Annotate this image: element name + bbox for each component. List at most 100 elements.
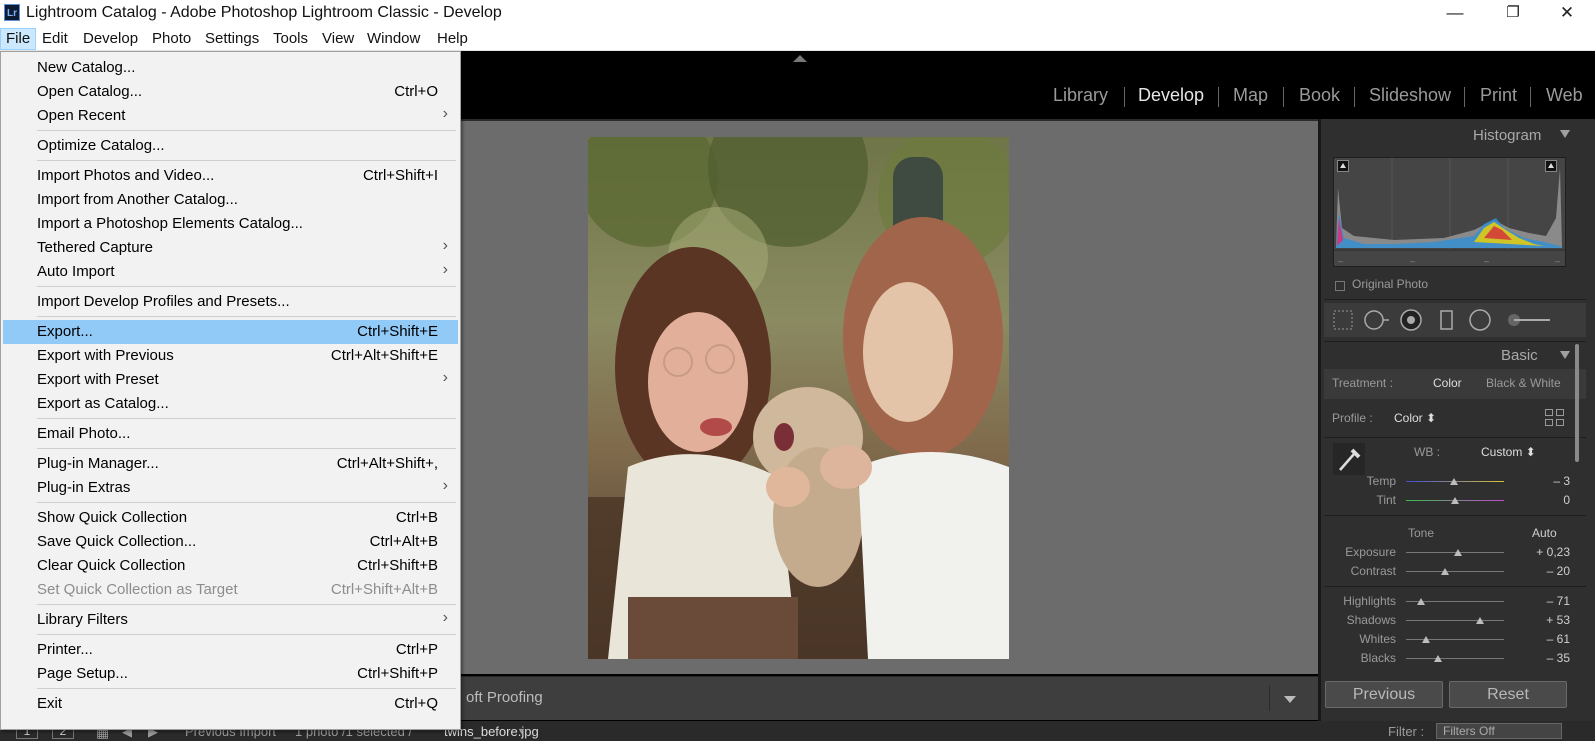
menu-help[interactable]: Help [432, 28, 473, 50]
menu-item-shortcut: Ctrl+B [395, 509, 438, 526]
menu-item-label: Open Recent [37, 107, 126, 124]
profile-browser-grid-icon[interactable] [1545, 409, 1565, 427]
slider-value[interactable]: – 3 [1530, 474, 1570, 488]
slider-track[interactable] [1406, 620, 1504, 621]
slider-track[interactable] [1406, 571, 1504, 572]
file-menu-item[interactable]: Library Filters › [3, 608, 458, 632]
slider-value[interactable]: 0 [1530, 493, 1570, 507]
slider-value[interactable]: + 0,23 [1530, 545, 1570, 559]
collapse-top-panel-icon[interactable] [793, 55, 807, 62]
menu-item-label: Import Photos and Video... [37, 167, 215, 184]
module-print[interactable]: Print [1480, 85, 1517, 106]
tone-auto-button[interactable]: Auto [1532, 526, 1557, 540]
file-menu-item[interactable]: Import a Photoshop Elements Catalog... [3, 212, 458, 236]
histogram-collapse-icon[interactable] [1560, 130, 1570, 138]
histogram-title[interactable]: Histogram [1473, 127, 1541, 144]
menu-file[interactable]: File [0, 28, 37, 50]
file-menu-item[interactable]: Email Photo... [3, 422, 458, 446]
slider-value[interactable]: – 71 [1530, 594, 1570, 608]
wb-select[interactable]: Custom ⬍ [1481, 445, 1536, 459]
slider-knob[interactable] [1441, 568, 1450, 575]
menu-item-label: Clear Quick Collection [37, 557, 186, 574]
slider-knob[interactable] [1453, 549, 1462, 556]
file-menu-item[interactable]: Page Setup... Ctrl+Shift+P [3, 662, 458, 686]
file-menu-item[interactable]: Export with Previous Ctrl+Alt+Shift+E [3, 344, 458, 368]
file-menu-item[interactable]: Save Quick Collection... Ctrl+Alt+B [3, 530, 458, 554]
file-menu-item[interactable]: Show Quick Collection Ctrl+B [3, 506, 458, 530]
file-menu-item[interactable]: Printer... Ctrl+P [3, 638, 458, 662]
module-book[interactable]: Book [1299, 85, 1340, 106]
menu-edit[interactable]: Edit [37, 28, 73, 50]
treatment-color[interactable]: Color [1433, 376, 1462, 390]
menu-photo[interactable]: Photo [147, 28, 196, 50]
slider-value[interactable]: + 53 [1530, 613, 1570, 627]
toolbar-separator [1269, 685, 1270, 711]
toolbar-options-icon[interactable] [1284, 696, 1296, 703]
filename-dropdown-icon[interactable]: ▼ [517, 726, 526, 736]
menu-develop[interactable]: Develop [78, 28, 143, 50]
original-photo-checkbox[interactable] [1335, 281, 1345, 291]
menu-item-shortcut: Ctrl+Alt+Shift+E [330, 347, 438, 364]
slider-knob[interactable] [1421, 636, 1430, 643]
restore-button[interactable]: ❐ [1490, 0, 1536, 27]
module-map[interactable]: Map [1233, 85, 1268, 106]
file-menu-item[interactable]: Import Photos and Video... Ctrl+Shift+I [3, 164, 458, 188]
previous-button[interactable]: Previous [1325, 681, 1443, 708]
profile-select[interactable]: Color ⬍ [1394, 411, 1436, 425]
filter-select[interactable]: Filters Off [1436, 723, 1562, 739]
file-menu-item[interactable]: Tethered Capture › [3, 236, 458, 260]
file-menu-item[interactable]: Import from Another Catalog... [3, 188, 458, 212]
file-menu-item[interactable]: Open Recent › [3, 104, 458, 128]
treatment-black-white[interactable]: Black & White [1486, 376, 1561, 390]
menu-settings[interactable]: Settings [200, 28, 264, 50]
file-menu-item[interactable]: Plug-in Manager... Ctrl+Alt+Shift+, [3, 452, 458, 476]
divider [1324, 515, 1586, 516]
histogram[interactable]: – – – – [1333, 157, 1567, 267]
slider-track[interactable] [1406, 658, 1504, 659]
file-menu-item[interactable]: Export as Catalog... [3, 392, 458, 416]
file-menu-item[interactable]: Export with Preset › [3, 368, 458, 392]
close-button[interactable]: ✕ [1544, 0, 1590, 27]
file-menu-item[interactable]: Plug-in Extras › [3, 476, 458, 500]
slider-value[interactable]: – 35 [1530, 651, 1570, 665]
file-menu-item[interactable]: Exit Ctrl+Q [3, 692, 458, 716]
basic-title[interactable]: Basic [1501, 347, 1538, 364]
slider-knob[interactable] [1416, 598, 1425, 605]
slider-knob[interactable] [1434, 655, 1443, 662]
photo-preview[interactable] [588, 137, 1009, 659]
right-panel-scrollbar[interactable] [1575, 344, 1579, 462]
highlight-clipping-icon[interactable] [1545, 160, 1557, 172]
module-web[interactable]: Web [1546, 85, 1583, 106]
file-menu-item[interactable]: Export... Ctrl+Shift+E [3, 320, 458, 344]
menu-item-shortcut: Ctrl+Shift+I [362, 167, 438, 184]
slider-knob[interactable] [1451, 497, 1459, 504]
minimize-button[interactable]: — [1432, 0, 1478, 27]
slider-value[interactable]: – 61 [1530, 632, 1570, 646]
module-slideshow[interactable]: Slideshow [1369, 85, 1451, 106]
histogram-tick: – [1410, 256, 1415, 266]
file-menu-item[interactable]: Import Develop Profiles and Presets... [3, 290, 458, 314]
file-menu-item[interactable]: Open Catalog... Ctrl+O [3, 80, 458, 104]
file-menu-item[interactable]: Optimize Catalog... [3, 134, 458, 158]
profile-label: Profile : [1332, 411, 1373, 425]
menu-separator [37, 316, 456, 317]
menu-tools[interactable]: Tools [268, 28, 313, 50]
reset-button[interactable]: Reset [1449, 681, 1567, 708]
slider-knob[interactable] [1450, 478, 1459, 485]
soft-proofing-label[interactable]: oft Proofing [466, 689, 543, 706]
file-menu-item[interactable]: New Catalog... [3, 56, 458, 80]
slider-value[interactable]: – 20 [1530, 564, 1570, 578]
basic-collapse-icon[interactable] [1560, 351, 1570, 359]
menu-view[interactable]: View [317, 28, 359, 50]
file-menu-item[interactable]: Clear Quick Collection Ctrl+Shift+B [3, 554, 458, 578]
menu-item-label: Save Quick Collection... [37, 533, 197, 550]
slider-label: Contrast [1350, 564, 1396, 578]
shadow-clipping-icon[interactable] [1337, 160, 1349, 172]
file-menu-item[interactable]: Auto Import › [3, 260, 458, 284]
eyedropper-icon[interactable] [1332, 442, 1366, 476]
slider-knob[interactable] [1476, 617, 1485, 624]
module-library[interactable]: Library [1053, 85, 1108, 106]
module-develop[interactable]: Develop [1138, 85, 1204, 106]
slider-label: Tint [1376, 493, 1396, 507]
menu-window[interactable]: Window [362, 28, 425, 50]
